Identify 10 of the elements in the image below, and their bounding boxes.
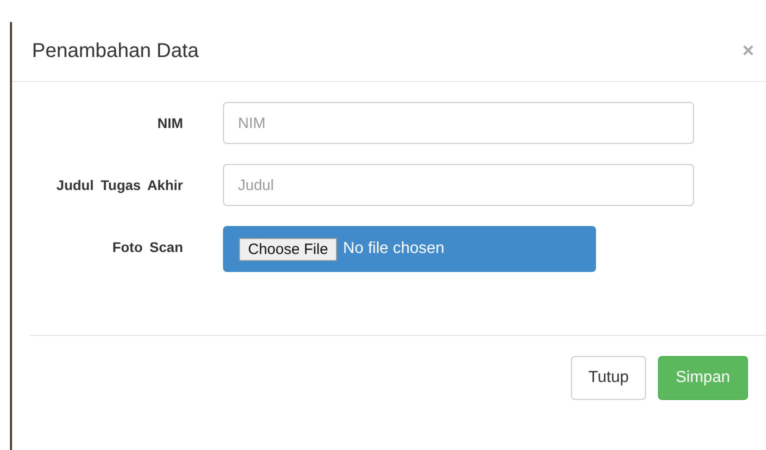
input-field[interactable]: NIM	[223, 102, 694, 144]
close-dialog-button[interactable]: Tutup	[571, 356, 646, 400]
input-field[interactable]: Judul	[223, 164, 694, 206]
file-status: No file chosen	[343, 240, 444, 258]
field-label: Foto Scan	[111, 238, 183, 257]
file-input[interactable]: Choose File No file chosen	[223, 226, 596, 272]
choose-file-button[interactable]: Choose File	[239, 238, 338, 260]
field-label: Judul Tugas Akhir	[55, 176, 183, 195]
field-label: NIM	[156, 114, 183, 133]
dialog-title: Penambahan Data	[32, 40, 199, 63]
